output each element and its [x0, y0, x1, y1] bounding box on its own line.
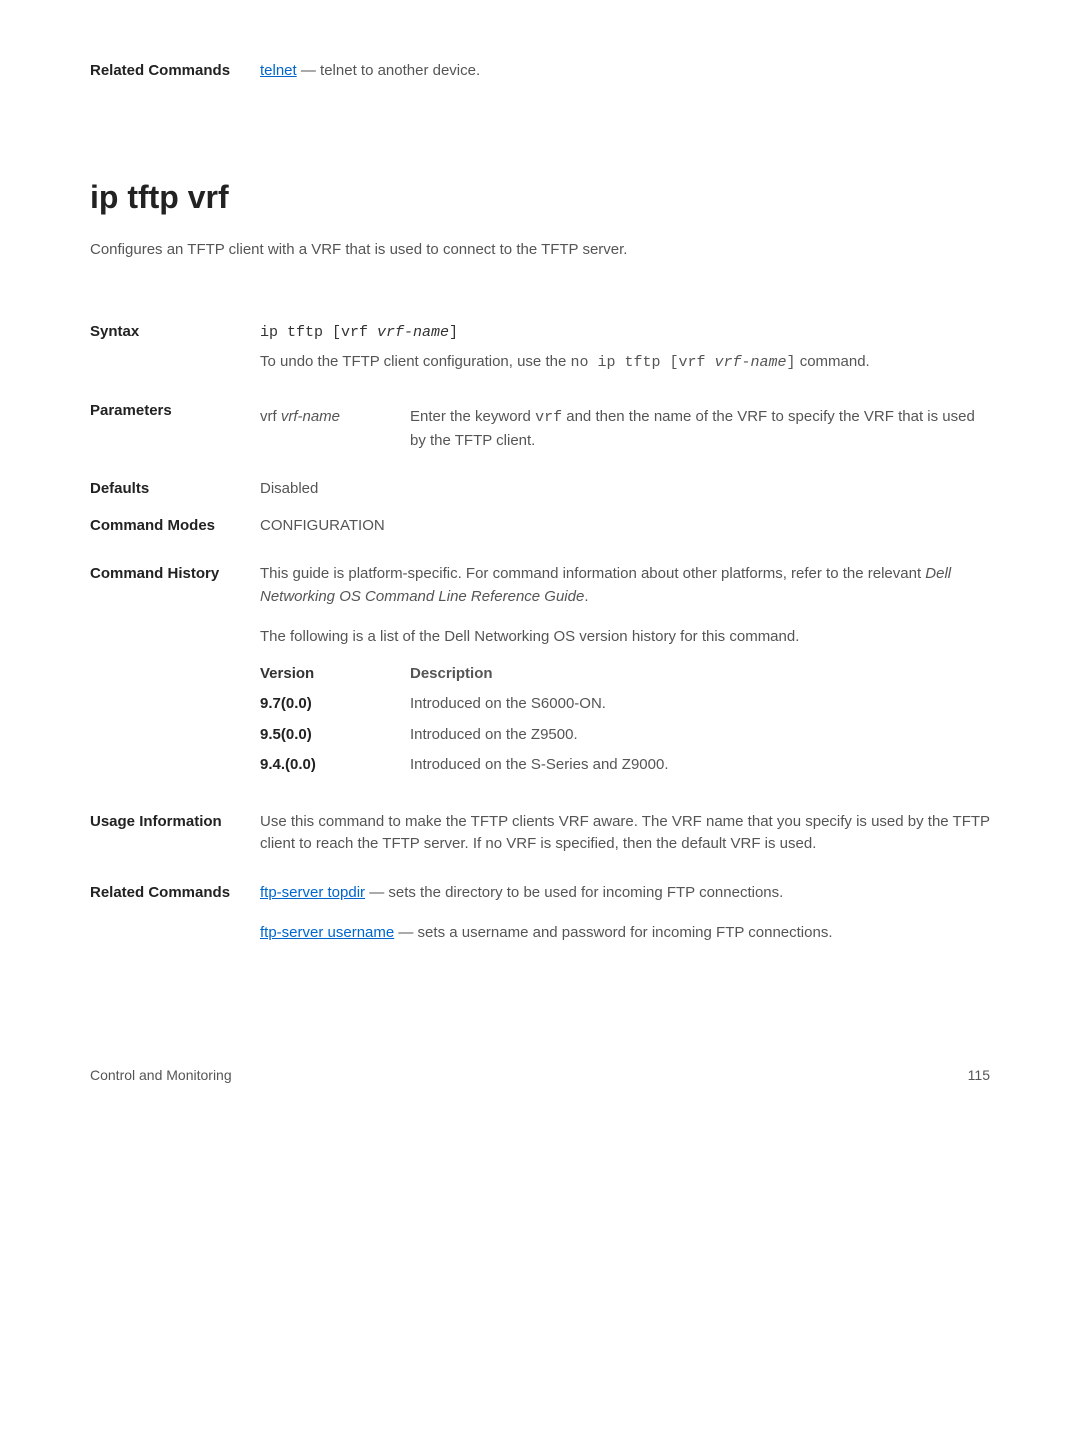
history-intro: This guide is platform-specific. For com…	[260, 563, 990, 608]
page-title: ip tftp vrf	[90, 173, 990, 221]
top-related-commands-row: Related Commands telnet — telnet to anot…	[90, 60, 990, 83]
command-modes-value: CONFIGURATION	[260, 515, 990, 538]
param-name-prefix: vrf	[260, 408, 281, 425]
usage-row: Usage Information Use this command to ma…	[90, 811, 990, 856]
syntax-command: ip tftp [vrf vrf-name]	[260, 324, 458, 341]
param-row: vrf vrf-name Enter the keyword vrf and t…	[260, 406, 990, 452]
footer-page-number: 115	[968, 1065, 990, 1086]
version-number: 9.4.(0.0)	[260, 754, 410, 777]
syntax-cmd-prefix: ip tftp [vrf	[260, 324, 377, 341]
parameters-row: Parameters vrf vrf-name Enter the keywor…	[90, 400, 990, 452]
syntax-label: Syntax	[90, 321, 260, 374]
page-footer: Control and Monitoring 115	[90, 1065, 990, 1086]
syntax-content: ip tftp [vrf vrf-name] To undo the TFTP …	[260, 321, 990, 374]
param-desc-kw: vrf	[535, 409, 562, 426]
usage-label: Usage Information	[90, 811, 260, 856]
syntax-undo: To undo the TFTP client configuration, u…	[260, 351, 990, 375]
page-description: Configures an TFTP client with a VRF tha…	[90, 239, 990, 262]
history-list-intro: The following is a list of the Dell Netw…	[260, 626, 990, 649]
ftp-server-username-link[interactable]: ftp-server username	[260, 924, 394, 941]
param-desc: Enter the keyword vrf and then the name …	[410, 406, 990, 452]
command-history-label: Command History	[90, 563, 260, 785]
telnet-link[interactable]: telnet	[260, 62, 297, 79]
version-number: 9.7(0.0)	[260, 693, 410, 716]
related-commands-content: telnet — telnet to another device.	[260, 60, 990, 83]
description-header: Description	[410, 663, 990, 686]
command-history-content: This guide is platform-specific. For com…	[260, 563, 990, 785]
syntax-cmd-suffix: ]	[449, 324, 458, 341]
version-description: Introduced on the S6000-ON.	[410, 693, 990, 716]
command-modes-label: Command Modes	[90, 515, 260, 538]
syntax-row: Syntax ip tftp [vrf vrf-name] To undo th…	[90, 321, 990, 374]
defaults-value: Disabled	[260, 478, 990, 501]
telnet-desc: — telnet to another device.	[297, 62, 480, 79]
related-link-2-row: ftp-server username — sets a username an…	[260, 922, 990, 945]
command-modes-row: Command Modes CONFIGURATION	[90, 515, 990, 538]
version-row: 9.7(0.0) Introduced on the S6000-ON.	[260, 693, 990, 716]
parameters-content: vrf vrf-name Enter the keyword vrf and t…	[260, 400, 990, 452]
related-desc-2: — sets a username and password for incom…	[394, 924, 832, 941]
history-intro-prefix: This guide is platform-specific. For com…	[260, 565, 925, 582]
footer-left: Control and Monitoring	[90, 1065, 232, 1086]
syntax-undo-cmd: no ip tftp [vrf vrf-name]	[570, 354, 795, 371]
param-name-var: vrf-name	[281, 408, 340, 425]
history-intro-suffix: .	[584, 588, 588, 605]
syntax-undo-after: command.	[796, 353, 870, 370]
version-number: 9.5(0.0)	[260, 724, 410, 747]
related-commands-content-bottom: ftp-server topdir — sets the directory t…	[260, 882, 990, 945]
syntax-undo-prefix: To undo the TFTP client configuration, u…	[260, 353, 570, 370]
related-commands-row-bottom: Related Commands ftp-server topdir — set…	[90, 882, 990, 945]
usage-text: Use this command to make the TFTP client…	[260, 811, 990, 856]
syntax-undo-cmd-var: vrf-name	[715, 354, 787, 371]
ftp-server-topdir-link[interactable]: ftp-server topdir	[260, 884, 365, 901]
syntax-undo-cmd-prefix: no ip tftp [vrf	[570, 354, 714, 371]
defaults-row: Defaults Disabled	[90, 478, 990, 501]
version-description: Introduced on the Z9500.	[410, 724, 990, 747]
version-header: Version	[260, 663, 410, 686]
version-row: 9.5(0.0) Introduced on the Z9500.	[260, 724, 990, 747]
related-commands-label: Related Commands	[90, 60, 260, 83]
related-link-1-row: ftp-server topdir — sets the directory t…	[260, 882, 990, 905]
related-desc-1: — sets the directory to be used for inco…	[365, 884, 783, 901]
parameters-label: Parameters	[90, 400, 260, 452]
command-history-row: Command History This guide is platform-s…	[90, 563, 990, 785]
syntax-undo-cmd-suffix: ]	[787, 354, 796, 371]
version-description: Introduced on the S-Series and Z9000.	[410, 754, 990, 777]
defaults-label: Defaults	[90, 478, 260, 501]
related-commands-label-bottom: Related Commands	[90, 882, 260, 945]
param-desc-prefix: Enter the keyword	[410, 408, 535, 425]
syntax-cmd-var: vrf-name	[377, 324, 449, 341]
version-row: 9.4.(0.0) Introduced on the S-Series and…	[260, 754, 990, 777]
version-header-row: Version Description	[260, 663, 990, 686]
param-name: vrf vrf-name	[260, 406, 410, 452]
